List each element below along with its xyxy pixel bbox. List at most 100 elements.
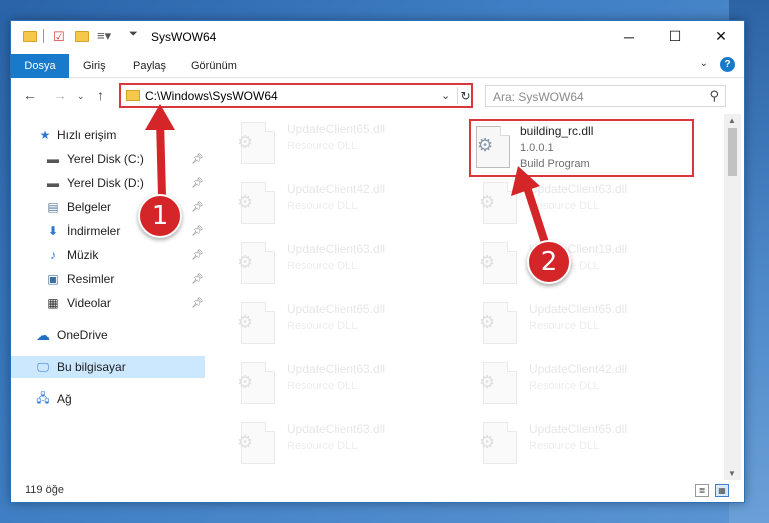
file-type: Resource DLL: [529, 320, 600, 332]
file-item[interactable]: ⚙ UpdateClient65.dll Resource DLL: [473, 298, 703, 352]
sidebar-item-network[interactable]: 🖧︎ Ağ: [11, 388, 205, 410]
gear-icon: ⚙: [237, 432, 254, 452]
address-dropdown-icon[interactable]: ⌄: [441, 89, 450, 102]
file-type: Resource DLL: [287, 260, 358, 272]
file-type: Resource DLL: [287, 380, 358, 392]
file-item[interactable]: ⚙ UpdateClient65.dll Resource DLL: [231, 118, 461, 172]
pin-icon[interactable]: 📌︎: [191, 154, 204, 165]
scroll-down-icon[interactable]: ▼: [728, 469, 736, 478]
pin-icon[interactable]: 📌︎: [191, 202, 204, 213]
gear-icon: ⚙: [237, 372, 254, 392]
sidebar-item-drive-d[interactable]: ▬ Yerel Disk (D:) 📌︎: [11, 172, 205, 194]
gear-icon: ⚙: [479, 312, 496, 332]
file-item[interactable]: ⚙ UpdateClient42.dll Resource DLL: [231, 178, 461, 232]
file-type: Resource DLL: [529, 380, 600, 392]
gear-icon: ⚙: [237, 312, 254, 332]
pin-icon[interactable]: 📌︎: [191, 274, 204, 285]
network-icon: 🖧︎: [36, 390, 50, 405]
back-arrow-icon[interactable]: ←: [23, 87, 37, 103]
file-item[interactable]: ⚙ UpdateClient42.dll Resource DLL: [473, 358, 703, 412]
vertical-scrollbar[interactable]: ▲ ▼: [724, 114, 741, 480]
file-name: UpdateClient65.dll: [287, 302, 386, 316]
sidebar-item-label: OneDrive: [57, 328, 108, 342]
sidebar-item-drive-c[interactable]: ▬ Yerel Disk (C:) 📌︎: [11, 148, 205, 170]
sidebar-item-label: Bu bilgisayar: [57, 360, 126, 374]
file-item[interactable]: ⚙ UpdateClient63.dll Resource DLL: [231, 358, 461, 412]
customize-toolbar-icon[interactable]: ≡▾: [97, 28, 111, 44]
sidebar-item-label: Ağ: [57, 392, 72, 406]
search-input[interactable]: Ara: SysWOW64 ⚲: [485, 85, 726, 107]
file-item[interactable]: ⚙ UpdateClient63.dll Resource DLL: [231, 418, 461, 472]
download-icon: ⬇: [47, 224, 59, 238]
gear-icon: ⚙: [479, 432, 496, 452]
large-icons-view-icon[interactable]: ▦: [715, 484, 729, 497]
file-name: UpdateClient63.dll: [287, 422, 386, 436]
file-item[interactable]: ⚙ UpdateClient19.dll Resource DLL: [473, 238, 703, 292]
file-type: Resource DLL: [287, 440, 358, 452]
file-name: UpdateClient65.dll: [529, 422, 628, 436]
file-name: UpdateClient42.dll: [529, 362, 628, 376]
properties-icon[interactable]: ☑: [53, 29, 65, 45]
up-arrow-icon[interactable]: ↑: [97, 87, 104, 103]
pin-icon[interactable]: 📌︎: [191, 298, 204, 309]
ribbon-expand-icon[interactable]: ⌄: [700, 58, 708, 69]
callout-1: 1: [138, 194, 182, 238]
gear-icon: ⚙: [479, 372, 496, 392]
pin-icon[interactable]: 📌︎: [191, 178, 204, 189]
file-type: Resource DLL: [287, 320, 358, 332]
sidebar-item-label: Resimler: [67, 272, 115, 286]
details-view-icon[interactable]: ≣: [695, 484, 709, 497]
tab-view[interactable]: Görünüm: [191, 60, 237, 72]
tab-share[interactable]: Paylaş: [133, 60, 166, 72]
folder-icon: [126, 90, 140, 101]
gear-icon: ⚙: [237, 252, 254, 272]
file-type: Build Program: [520, 158, 590, 170]
file-name: UpdateClient65.dll: [287, 122, 386, 136]
file-version: 1.0.0.1: [520, 142, 554, 154]
file-type: Resource DLL: [529, 440, 600, 452]
file-item[interactable]: ⚙ UpdateClient65.dll Resource DLL: [473, 418, 703, 472]
help-icon[interactable]: ?: [720, 57, 735, 72]
file-name: UpdateClient63.dll: [529, 182, 628, 196]
search-icon[interactable]: ⚲: [709, 88, 719, 104]
address-path[interactable]: C:\Windows\SysWOW64: [145, 89, 278, 103]
sidebar-item-videos[interactable]: ▦ Videolar 📌︎: [11, 292, 205, 314]
sidebar-item-quick-access[interactable]: ★ Hızlı erişim: [11, 124, 205, 146]
sidebar-item-label: Belgeler: [67, 200, 112, 214]
file-item[interactable]: ⚙ UpdateClient63.dll Resource DLL: [473, 178, 703, 232]
file-name: UpdateClient63.dll: [287, 362, 386, 376]
pin-icon[interactable]: 📌︎: [191, 250, 204, 261]
minimize-button[interactable]: ─: [606, 21, 652, 52]
file-type: Resource DLL: [287, 200, 358, 212]
star-icon: ★: [39, 128, 51, 142]
search-placeholder: Ara: SysWOW64: [493, 90, 584, 104]
forward-arrow-icon[interactable]: →: [53, 87, 67, 103]
document-icon: ▤: [47, 200, 59, 214]
explorer-window: ☑ ≡▾ ⏷ SysWOW64 ─ ☐ ✕ Dosya Giriş Paylaş…: [10, 20, 745, 503]
new-folder-icon[interactable]: [75, 31, 89, 42]
pin-icon[interactable]: 📌︎: [191, 226, 204, 237]
sidebar-item-pictures[interactable]: ▣ Resimler 📌︎: [11, 268, 205, 290]
close-button[interactable]: ✕: [698, 21, 744, 52]
file-name: UpdateClient63.dll: [287, 242, 386, 256]
refresh-icon[interactable]: ↻: [457, 87, 473, 104]
file-item[interactable]: ⚙ UpdateClient65.dll Resource DLL: [231, 298, 461, 352]
address-row: ← → ⌄ ↑ C:\Windows\SysWOW64 ⌄ ↻ Ara: Sys…: [11, 78, 744, 114]
recent-locations-icon[interactable]: ⌄: [77, 91, 85, 102]
callout-2: 2: [527, 240, 571, 284]
file-name: UpdateClient65.dll: [529, 302, 628, 316]
address-bar[interactable]: C:\Windows\SysWOW64 ⌄ ↻: [119, 83, 473, 108]
quick-access-dropdown-icon[interactable]: ⏷: [129, 28, 138, 44]
maximize-button[interactable]: ☐: [652, 21, 698, 52]
scroll-up-icon[interactable]: ▲: [728, 116, 736, 125]
sidebar-item-music[interactable]: ♪ Müzik 📌︎: [11, 244, 205, 266]
tab-home[interactable]: Giriş: [83, 60, 106, 72]
file-item[interactable]: ⚙ UpdateClient63.dll Resource DLL: [231, 238, 461, 292]
highlighted-file-item[interactable]: ⚙ building_rc.dll 1.0.0.1 Build Program: [469, 119, 694, 177]
title-bar: ☑ ≡▾ ⏷ SysWOW64 ─ ☐ ✕: [11, 21, 744, 52]
sidebar-item-this-pc[interactable]: 🖵︎ Bu bilgisayar: [11, 356, 205, 378]
sidebar-item-onedrive[interactable]: ☁ OneDrive: [11, 324, 205, 346]
scrollbar-thumb[interactable]: [728, 128, 737, 176]
tab-file[interactable]: Dosya: [11, 54, 69, 78]
music-icon: ♪: [50, 248, 56, 262]
